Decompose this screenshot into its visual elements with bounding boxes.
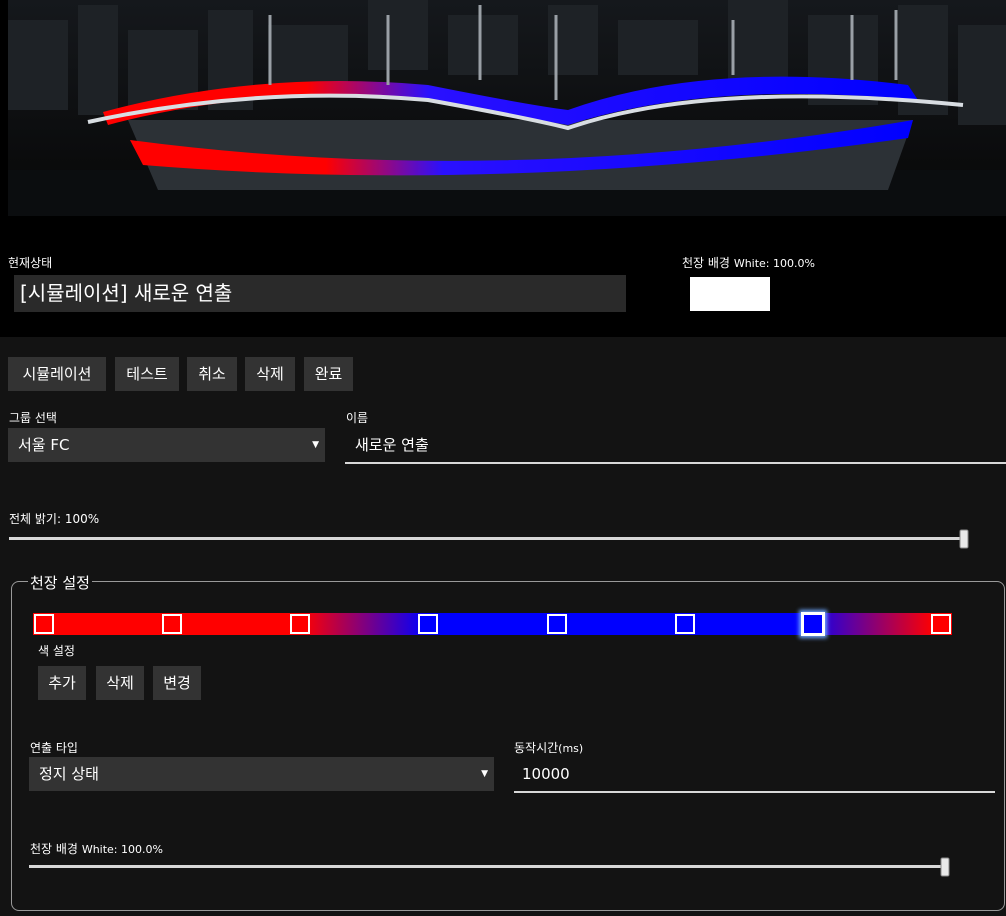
name-input[interactable]: 새로운 연출 [345, 428, 1006, 464]
effect-type-label: 연출 타입 [30, 741, 78, 755]
delete-color-button[interactable]: 삭제 [96, 666, 144, 700]
stadium-preview-image [8, 0, 1006, 216]
color-setting-label: 색 설정 [38, 644, 75, 658]
ceiling-bg-header: 천장 배경 White: 100.0% [682, 254, 815, 271]
cancel-button[interactable]: 취소 [187, 357, 237, 391]
duration-label: 동작시간(ms) [514, 739, 583, 756]
color-stop-handle[interactable] [162, 614, 183, 634]
test-button[interactable]: 테스트 [115, 357, 179, 391]
duration-unit: (ms) [558, 742, 584, 755]
color-stop-handle[interactable] [674, 614, 695, 634]
group-select[interactable]: 서울 FC ▼ [8, 428, 325, 462]
ceiling-bg-header-value: White: 100.0% [733, 257, 815, 270]
color-stop-handle[interactable] [546, 614, 567, 634]
simulate-button[interactable]: 시뮬레이션 [8, 357, 106, 391]
preview-panel: 현재상태 [시뮬레이션] 새로운 연출 천장 배경 White: 100.0% [0, 0, 1006, 337]
chevron-down-icon: ▼ [312, 440, 319, 450]
effect-type-select[interactable]: 정지 상태 ▼ [29, 757, 494, 791]
ceiling-bg-header-label: 천장 배경 [682, 256, 730, 270]
color-stop-handle[interactable] [418, 614, 439, 634]
delete-button[interactable]: 삭제 [245, 357, 295, 391]
color-stop-handle[interactable] [34, 614, 54, 634]
chevron-down-icon: ▼ [481, 769, 488, 779]
done-button[interactable]: 완료 [304, 357, 353, 391]
ceiling-bg-label: 천장 배경 White: 100.0% [30, 840, 163, 857]
add-color-button[interactable]: 추가 [38, 666, 86, 700]
brightness-slider[interactable] [9, 529, 969, 548]
brightness-label: 전체 밝기: 100% [9, 512, 100, 526]
color-stop-handle[interactable] [290, 614, 311, 634]
status-display: [시뮬레이션] 새로운 연출 [14, 275, 626, 312]
ceiling-bg-label-text: 천장 배경 [30, 842, 78, 856]
duration-label-text: 동작시간 [514, 741, 559, 755]
duration-input[interactable]: 10000 [514, 757, 995, 793]
color-stop-handle[interactable] [800, 612, 825, 636]
ceiling-bg-color-swatch [690, 277, 770, 311]
color-stop-handle[interactable] [931, 614, 951, 634]
group-select-value: 서울 FC [18, 436, 70, 454]
name-label: 이름 [346, 411, 369, 425]
group-select-label: 그룹 선택 [9, 411, 57, 425]
ceiling-bg-label-value: White: 100.0% [81, 843, 163, 856]
status-label: 현재상태 [8, 256, 53, 270]
effect-type-value: 정지 상태 [39, 765, 99, 783]
ceiling-bg-slider[interactable] [29, 857, 950, 876]
brightness-slider-handle[interactable] [959, 529, 969, 548]
change-color-button[interactable]: 변경 [153, 666, 201, 700]
ceiling-bg-slider-handle[interactable] [940, 857, 950, 876]
ceiling-settings-legend: 천장 설정 [28, 572, 92, 593]
color-gradient-bar[interactable] [33, 612, 952, 636]
